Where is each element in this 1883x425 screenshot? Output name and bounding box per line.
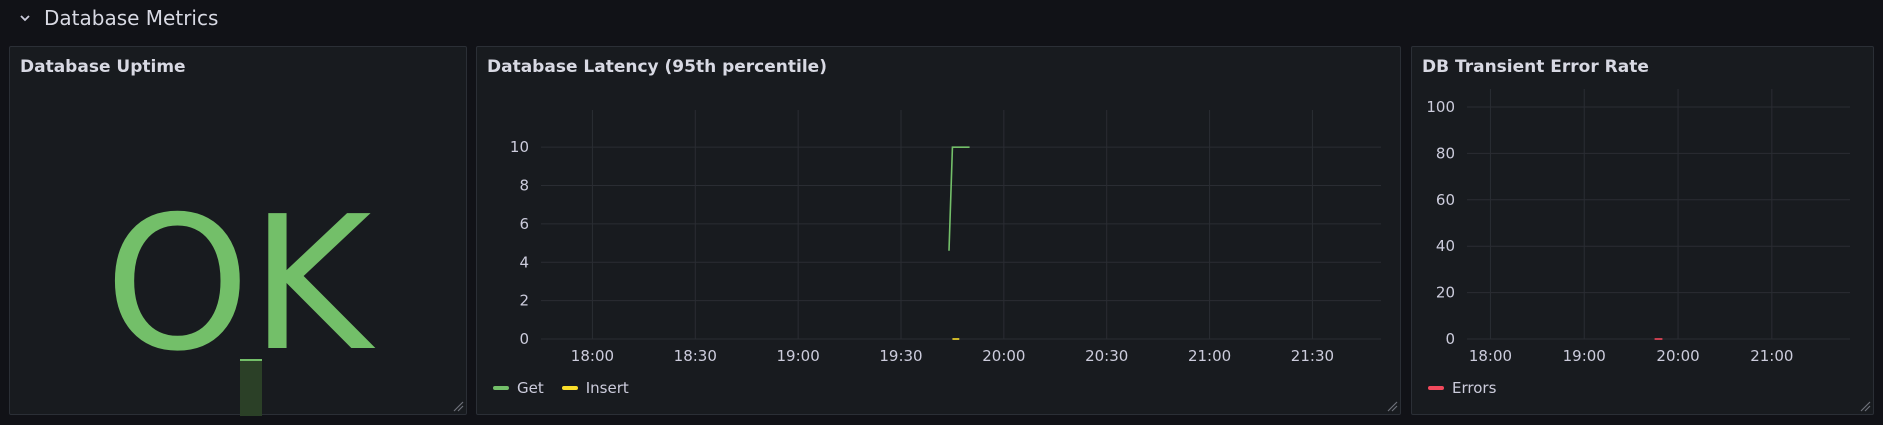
resize-handle-icon[interactable] — [452, 400, 464, 412]
y-tick-label: 60 — [1436, 191, 1455, 209]
resize-handle-icon[interactable] — [1386, 400, 1398, 412]
series-line-get — [948, 146, 970, 251]
legend-label-errors: Errors — [1452, 379, 1497, 397]
legend-item-get[interactable]: Get — [493, 379, 544, 397]
errors-panel[interactable]: DB Transient Error Rate 0 20 40 60 80 100 18:0… — [1411, 46, 1874, 415]
x-tick-label: 20:00 — [982, 347, 1025, 365]
legend-swatch-get — [493, 386, 509, 390]
y-tick-label: 0 — [519, 330, 529, 348]
x-tick-label: 21:30 — [1291, 347, 1334, 365]
resize-handle-icon[interactable] — [1859, 400, 1871, 412]
y-tick-label: 8 — [519, 177, 529, 195]
legend-swatch-errors — [1428, 386, 1444, 390]
stat-value: OK — [104, 176, 372, 392]
legend-swatch-insert — [561, 386, 578, 390]
y-tick-label: 80 — [1436, 144, 1455, 162]
x-tick-label: 20:30 — [1085, 347, 1128, 365]
legend-item-errors[interactable]: Errors — [1428, 379, 1496, 397]
legend-item-insert[interactable]: Insert — [561, 379, 629, 397]
y-tick-label: 40 — [1436, 237, 1455, 255]
legend: Get Insert — [493, 379, 629, 397]
chevron-down-icon[interactable] — [18, 11, 32, 25]
x-tick-label: 18:30 — [674, 347, 717, 365]
x-tick-label: 19:00 — [1563, 347, 1606, 365]
legend-label-insert: Insert — [585, 379, 629, 397]
x-tick-label: 19:30 — [879, 347, 922, 365]
row-header[interactable]: Database Metrics — [18, 2, 218, 34]
x-tick-label: 21:00 — [1188, 347, 1231, 365]
sparkline-bar — [240, 359, 262, 416]
row-title: Database Metrics — [44, 6, 219, 30]
x-tick-label: 20:00 — [1656, 347, 1699, 365]
y-tick-label: 4 — [519, 253, 529, 271]
y-tick-label: 2 — [519, 292, 529, 310]
latency-panel[interactable]: Database Latency (95th percentile) 02468… — [476, 46, 1401, 415]
x-tick-label: 19:00 — [777, 347, 820, 365]
legend: Errors — [1428, 379, 1496, 397]
y-tick-label: 6 — [519, 215, 529, 233]
uptime-panel[interactable]: Database Uptime OK — [9, 46, 467, 416]
y-tick-label: 100 — [1426, 98, 1455, 116]
y-tick-label: 10 — [510, 138, 529, 156]
errors-chart[interactable]: 0 20 40 60 80 100 18:00 19:00 20:00 21:00 — [1412, 47, 1875, 416]
y-tick-label: 0 — [1445, 330, 1455, 348]
x-tick-label: 18:00 — [1469, 347, 1512, 365]
latency-chart[interactable]: 0 2 4 6 8 10 18:00 18:30 19:00 19:30 20:00 20:30 21:… — [477, 47, 1402, 416]
x-tick-label: 18:00 — [571, 347, 614, 365]
x-tick-label: 21:00 — [1750, 347, 1793, 365]
legend-label-get: Get — [517, 379, 544, 397]
panel-title[interactable]: Database Uptime — [20, 57, 186, 77]
y-tick-label: 20 — [1436, 284, 1455, 302]
